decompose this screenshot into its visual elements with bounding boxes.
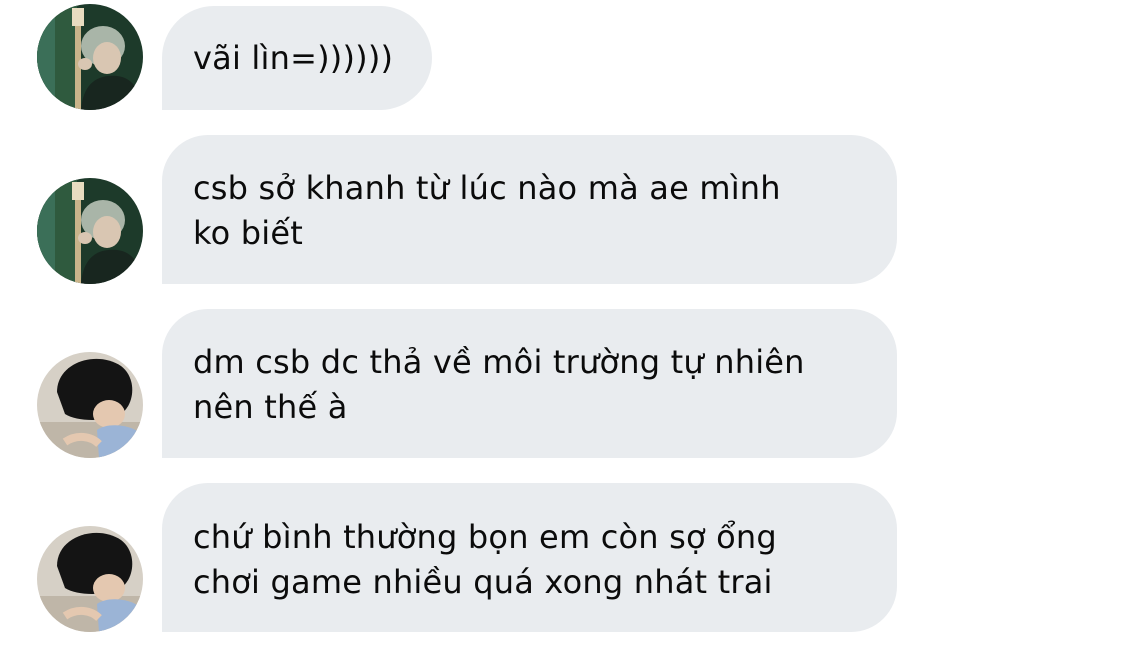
message-bubble[interactable]: dm csb dc thả về môi trường tự nhiên nên…: [162, 309, 897, 458]
message-bubble[interactable]: chứ bình thường bọn em còn sợ ổng chơi g…: [162, 483, 897, 632]
guitar-player-avatar-icon[interactable]: [37, 178, 143, 284]
message-bubble[interactable]: vãi lìn=)))))): [162, 6, 432, 110]
dark-hair-boy-avatar-icon[interactable]: [37, 526, 143, 632]
dark-hair-boy-avatar-icon[interactable]: [37, 352, 143, 458]
message-bubble[interactable]: csb sở khanh từ lúc nào mà ae mình ko bi…: [162, 135, 897, 284]
guitar-player-avatar-icon[interactable]: [37, 4, 143, 110]
